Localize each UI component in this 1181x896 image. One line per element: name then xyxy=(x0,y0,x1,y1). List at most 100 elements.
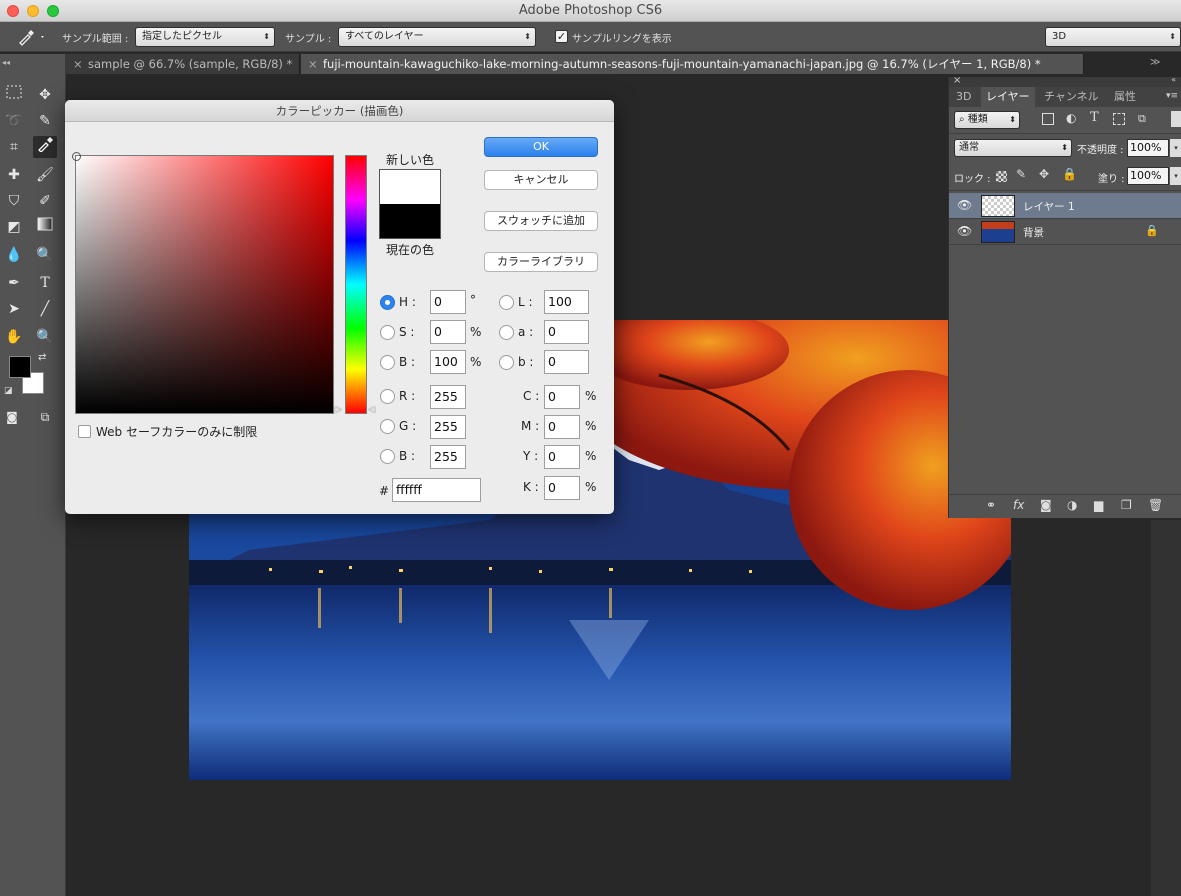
hue-radio[interactable] xyxy=(380,295,395,310)
link-layers-icon[interactable]: ⚭ xyxy=(986,498,996,512)
document-tab-fuji[interactable]: × fuji-mountain-kawaguchiko-lake-morning-… xyxy=(301,54,1084,74)
lock-position-icon[interactable]: ✥ xyxy=(1039,167,1049,181)
new-group-icon[interactable]: ▆ xyxy=(1094,498,1103,512)
yellow-field[interactable]: 0 xyxy=(544,445,580,469)
cancel-button[interactable]: キャンセル xyxy=(484,170,598,190)
line-tool-icon[interactable]: ╱ xyxy=(33,298,57,320)
crop-tool-icon[interactable]: ⌗ xyxy=(2,136,26,158)
red-field[interactable]: 255 xyxy=(430,385,466,409)
green-field[interactable]: 255 xyxy=(430,415,466,439)
type-layer-filter-icon[interactable]: T xyxy=(1090,110,1099,125)
dodge-tool-icon[interactable]: 🔍 xyxy=(33,244,57,266)
workspace-select[interactable]: 3D ⬍ xyxy=(1045,27,1181,47)
saturation-field[interactable]: 0 xyxy=(430,320,466,344)
gradient-tool-icon[interactable] xyxy=(33,216,57,238)
green-radio[interactable] xyxy=(380,419,395,434)
layer-row-background[interactable]: 👁 背景 🔒 xyxy=(949,219,1181,245)
screen-mode-icon[interactable]: ⧉ xyxy=(33,406,57,428)
close-panel-icon[interactable]: × xyxy=(953,75,961,86)
lock-transparency-icon[interactable] xyxy=(996,171,1007,182)
eraser-tool-icon[interactable]: ◩ xyxy=(2,216,26,238)
web-colors-checkbox[interactable] xyxy=(78,425,91,438)
pen-tool-icon[interactable]: ✒ xyxy=(2,272,26,294)
eye-visibility-icon[interactable]: 👁 xyxy=(957,224,972,238)
fill-field[interactable]: 100% xyxy=(1127,167,1169,185)
brush-tool-icon[interactable]: 🖌 xyxy=(33,164,57,186)
eyedropper-tool-preset-icon[interactable] xyxy=(16,28,46,46)
smart-object-filter-icon[interactable]: ⧉ xyxy=(1138,112,1146,126)
adjustment-layer-icon[interactable]: ◑ xyxy=(1067,498,1077,512)
filter-toggle[interactable] xyxy=(1171,111,1181,127)
foreground-color-swatch[interactable] xyxy=(9,356,31,378)
opacity-field[interactable]: 100% xyxy=(1127,139,1169,157)
panel-menu-icon[interactable]: ▾≡ xyxy=(1166,91,1178,101)
opacity-dropdown-icon[interactable]: ▾ xyxy=(1170,139,1181,157)
hue-slider-right-handle[interactable]: ◁ xyxy=(368,405,375,415)
tab-properties[interactable]: 属性 xyxy=(1109,87,1141,107)
blur-tool-icon[interactable]: 💧 xyxy=(2,244,26,266)
black-field[interactable]: 0 xyxy=(544,476,580,500)
close-window-button[interactable] xyxy=(7,5,19,17)
adjustment-layer-filter-icon[interactable]: ◐ xyxy=(1066,111,1076,125)
document-tab-sample[interactable]: × sample @ 66.7% (sample, RGB/8) * xyxy=(66,54,300,74)
hue-slider-left-handle[interactable]: ▷ xyxy=(335,405,342,415)
hue-field[interactable]: 0 xyxy=(430,290,466,314)
path-selection-tool-icon[interactable]: ➤ xyxy=(2,298,26,320)
hue-slider[interactable] xyxy=(345,155,367,414)
hand-tool-icon[interactable]: ✋ xyxy=(2,326,26,348)
tab-channels[interactable]: チャンネル xyxy=(1039,87,1104,107)
lab-l-field[interactable]: 100 xyxy=(544,290,589,314)
new-color-swatch[interactable] xyxy=(380,170,440,204)
collapse-panel-icon[interactable]: « xyxy=(1171,75,1176,84)
current-color-swatch[interactable] xyxy=(380,204,440,238)
lock-all-icon[interactable]: 🔒 xyxy=(1062,167,1077,181)
sample-select[interactable]: すべてのレイヤー ⬍ xyxy=(338,27,536,47)
collapse-toolbox-icon[interactable]: ◂◂ xyxy=(2,58,10,67)
type-tool-icon[interactable]: T xyxy=(33,272,57,294)
tab-layers[interactable]: レイヤー xyxy=(981,87,1035,107)
tab-3d[interactable]: 3D xyxy=(951,87,976,107)
cyan-field[interactable]: 0 xyxy=(544,385,580,409)
pixel-layer-filter-icon[interactable] xyxy=(1042,113,1054,125)
swap-colors-icon[interactable]: ⇄ xyxy=(38,352,46,363)
layer-row-layer1[interactable]: 👁 レイヤー 1 xyxy=(949,193,1181,219)
zoom-window-button[interactable] xyxy=(47,5,59,17)
color-libraries-button[interactable]: カラーライブラリ xyxy=(484,252,598,272)
blue-radio[interactable] xyxy=(380,449,395,464)
eyedropper-tool-icon[interactable] xyxy=(33,136,57,158)
color-field-cursor[interactable] xyxy=(72,152,81,161)
healing-brush-tool-icon[interactable]: ✚ xyxy=(2,164,26,186)
clone-stamp-tool-icon[interactable]: ⛉ xyxy=(2,190,26,212)
saturation-radio[interactable] xyxy=(380,325,395,340)
magenta-field[interactable]: 0 xyxy=(544,415,580,439)
quick-mask-icon[interactable]: ◙ xyxy=(0,406,24,428)
history-brush-tool-icon[interactable]: ✐ xyxy=(33,190,57,212)
fill-dropdown-icon[interactable]: ▾ xyxy=(1170,167,1181,185)
blue-field[interactable]: 255 xyxy=(430,445,466,469)
eye-visibility-icon[interactable]: 👁 xyxy=(957,198,972,212)
lab-l-radio[interactable] xyxy=(499,295,514,310)
zoom-tool-icon[interactable]: 🔍 xyxy=(33,326,57,348)
close-tab-icon[interactable]: × xyxy=(308,54,318,74)
lab-a-radio[interactable] xyxy=(499,325,514,340)
minimize-window-button[interactable] xyxy=(27,5,39,17)
close-tab-icon[interactable]: × xyxy=(73,54,83,74)
layer-filter-select[interactable]: ⌕ 種類 ⬍ xyxy=(954,111,1020,129)
brightness-radio[interactable] xyxy=(380,355,395,370)
tab-overflow-icon[interactable]: ≫ xyxy=(1150,57,1160,68)
delete-layer-icon[interactable]: 🗑 xyxy=(1148,498,1163,512)
quick-selection-tool-icon[interactable]: ✎ xyxy=(33,110,57,132)
lab-b-radio[interactable] xyxy=(499,355,514,370)
brightness-field[interactable]: 100 xyxy=(430,350,466,374)
layer-style-icon[interactable]: fx xyxy=(1013,498,1024,512)
hex-field[interactable]: ffffff xyxy=(392,478,481,502)
lock-pixels-icon[interactable]: ✎ xyxy=(1016,167,1026,181)
move-tool-icon[interactable]: ✥ xyxy=(33,84,57,106)
marquee-tool-icon[interactable] xyxy=(2,84,26,106)
ok-button[interactable]: OK xyxy=(484,137,598,157)
add-to-swatches-button[interactable]: スウォッチに追加 xyxy=(484,211,598,231)
lasso-tool-icon[interactable]: ➰ xyxy=(2,110,26,132)
new-layer-icon[interactable]: ❐ xyxy=(1121,498,1132,512)
color-field[interactable] xyxy=(72,152,334,414)
lab-b-field[interactable]: 0 xyxy=(544,350,589,374)
